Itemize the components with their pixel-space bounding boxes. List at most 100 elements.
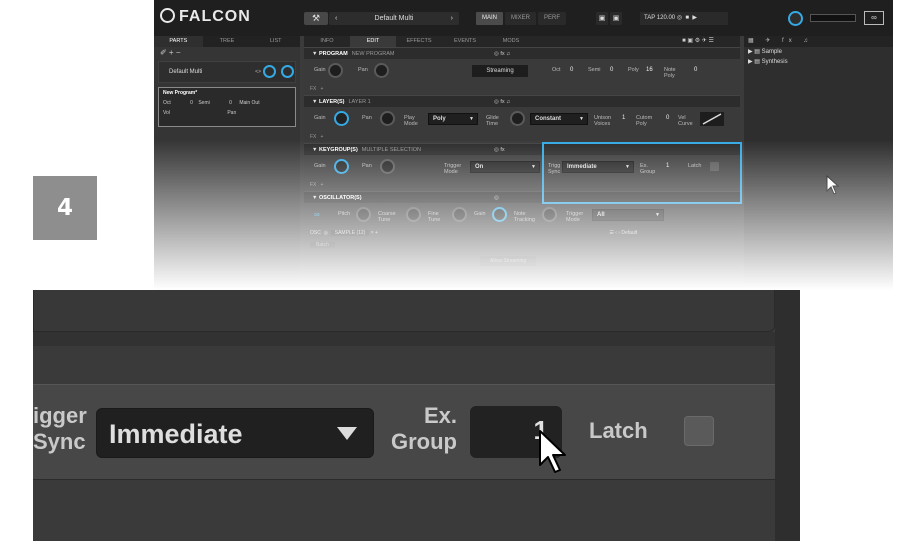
chevron-down-icon[interactable]: [337, 427, 357, 440]
view-main-button[interactable]: MAIN: [476, 12, 503, 25]
note-tracking-knob[interactable]: [542, 207, 557, 222]
zoom-ex-label-line2: Group: [391, 429, 457, 454]
keygroup-title: KEYGROUP(S): [318, 147, 358, 153]
program-selector[interactable]: ‹ Default Multi ›: [329, 12, 459, 25]
keygroup-trigger-mode-select[interactable]: On ▼: [470, 161, 540, 173]
layout-icon[interactable]: ▣: [596, 12, 608, 25]
zoom-trigger-sync-select[interactable]: Immediate: [96, 408, 374, 458]
coarse-tune-knob[interactable]: [406, 207, 421, 222]
chevron-down-icon: ▼: [469, 116, 474, 122]
unison-value[interactable]: 1: [622, 115, 625, 121]
browser-item-sample-label: Sample: [761, 49, 782, 55]
streaming-button[interactable]: Streaming: [472, 65, 528, 77]
allow-streaming-button[interactable]: Allow Streaming: [480, 256, 537, 266]
glide-knob[interactable]: [510, 111, 525, 126]
program-poly-value[interactable]: 16: [646, 67, 653, 73]
semi-value[interactable]: 0: [229, 100, 232, 106]
link-icon[interactable]: ∞: [314, 210, 320, 219]
program-subtitle: NEW PROGRAM: [351, 51, 395, 57]
master-volume-knob[interactable]: [788, 11, 803, 26]
tab-effects[interactable]: EFFECTS: [396, 36, 442, 47]
layout-icon-2[interactable]: ▣: [610, 12, 622, 25]
mouse-cursor-icon: [826, 175, 840, 195]
edit-tool-icons[interactable]: ■ ▣ ⚙ ✈ ☰: [656, 36, 740, 47]
multi-row[interactable]: Default Multi <>: [158, 61, 296, 83]
program-oct-value[interactable]: 0: [570, 67, 573, 73]
zoomed-detail: igger Sync Immediate Ex. Group 1 Latch: [33, 290, 800, 541]
tab-list[interactable]: LIST: [251, 36, 300, 47]
note-tracking-label: Note Tracking: [514, 211, 535, 223]
oct-value[interactable]: 0: [190, 100, 193, 106]
keygroup-trigger-mode-label: Trigger Mode: [444, 163, 462, 175]
zoom-trigger-sync-value: Immediate: [109, 419, 243, 449]
keygroup-subtitle: MULTIPLE SELECTION: [361, 147, 421, 153]
osc-trigger-mode-select[interactable]: All ▼: [592, 209, 664, 221]
program-gain-knob[interactable]: [328, 63, 343, 78]
glide-mode-select[interactable]: Constant ▼: [530, 113, 588, 125]
tab-parts[interactable]: PARTS: [154, 36, 203, 47]
tab-tree[interactable]: TREE: [203, 36, 252, 47]
falcon-screenshot: FALCON ⚒ ‹ Default Multi › MAIN MIXER PERF…: [154, 0, 893, 290]
view-perf-button[interactable]: PERF: [538, 12, 567, 25]
fine-tune-knob[interactable]: [452, 207, 467, 222]
note-poly-value[interactable]: 0: [694, 67, 697, 73]
prev-arrow-icon[interactable]: ‹: [335, 15, 337, 22]
tab-edit[interactable]: EDIT: [350, 36, 396, 47]
program-fx-row[interactable]: FX +: [304, 83, 740, 95]
glide-label: Glide Time: [486, 115, 499, 127]
default-preset[interactable]: Default: [621, 230, 637, 236]
glide-mode-value: Constant: [535, 116, 561, 122]
next-arrow-icon[interactable]: ›: [451, 15, 453, 22]
tab-mods[interactable]: MODS: [488, 36, 534, 47]
keygroup-gain-knob[interactable]: [334, 159, 349, 174]
oct-label: Oct: [163, 100, 171, 106]
sample-tab[interactable]: SAMPLE (12): [330, 230, 370, 236]
browser-item-synthesis[interactable]: ▶ ▤ Synthesis: [744, 57, 893, 67]
parts-panel: PARTS TREE LIST ✐ + − Default Multi <> N…: [154, 36, 300, 290]
program-pan-knob[interactable]: [374, 63, 389, 78]
program-part[interactable]: New Program* Oct 0 Semi 0 Main Out Vol P…: [158, 87, 296, 127]
multi-name: Default Multi: [169, 69, 203, 75]
tap-label[interactable]: TAP: [644, 15, 655, 21]
keygroup-pan-knob[interactable]: [380, 159, 395, 174]
multi-knob-2[interactable]: [281, 65, 294, 78]
logo-text: FALCON: [179, 8, 251, 25]
multi-arrows-icon[interactable]: <>: [255, 69, 261, 75]
program-semi-value[interactable]: 0: [610, 67, 613, 73]
play-mode-select[interactable]: Poly ▼: [428, 113, 478, 125]
program-part-name: New Program*: [163, 90, 198, 96]
layer-controls: Gain Pan Play Mode Poly ▼ Glide Time Cons…: [304, 107, 740, 131]
browser-tabs[interactable]: ▦ ✈ fx ♫: [744, 36, 893, 47]
batch-button[interactable]: Batch: [310, 242, 335, 248]
zoom-latch-checkbox[interactable]: [684, 416, 714, 446]
list-icon[interactable]: ☰ ‹ ›: [609, 230, 620, 236]
play-mode-label: Play Mode: [404, 115, 418, 127]
layer-pan-knob[interactable]: [380, 111, 395, 126]
vel-curve-graphic: [702, 113, 722, 125]
layer-subtitle: LAYER 1: [348, 99, 371, 105]
parts-tools[interactable]: ✐ + −: [154, 47, 300, 59]
highlight-box: [542, 142, 742, 204]
vel-curve-icon[interactable]: [700, 112, 724, 126]
pitch-knob[interactable]: [356, 207, 371, 222]
program-fx-label: FX: [310, 86, 317, 92]
tempo-display[interactable]: TAP 120.00 ◎ ■ ▶: [640, 12, 728, 25]
layer-pan-label: Pan: [362, 115, 372, 121]
layer-gain-knob[interactable]: [334, 111, 349, 126]
tab-info[interactable]: INFO: [304, 36, 350, 47]
layer-title: LAYER(S): [318, 99, 345, 105]
layer-section-header[interactable]: ▼ LAYER(S) LAYER 1 ◎ fx ♫: [304, 95, 740, 107]
browser-item-sample[interactable]: ▶ ▤ Sample: [744, 47, 893, 57]
layer-gain-label: Gain: [314, 115, 326, 121]
keygroup-gain-label: Gain: [314, 163, 326, 169]
multi-knob-1[interactable]: [263, 65, 276, 78]
view-mixer-button[interactable]: MIXER: [505, 12, 537, 25]
main-out-label[interactable]: Main Out: [239, 100, 259, 106]
cutom-poly-value[interactable]: 0: [666, 115, 669, 121]
program-section-header[interactable]: ▼ PROGRAM NEW PROGRAM ◎ fx ♫: [304, 47, 740, 59]
layer-fx-label: FX: [310, 134, 317, 140]
osc-trigger-mode-value: All: [597, 212, 605, 218]
tab-events[interactable]: EVENTS: [442, 36, 488, 47]
osc-gain-knob[interactable]: [492, 207, 507, 222]
wrench-icon[interactable]: ⚒: [304, 12, 328, 25]
